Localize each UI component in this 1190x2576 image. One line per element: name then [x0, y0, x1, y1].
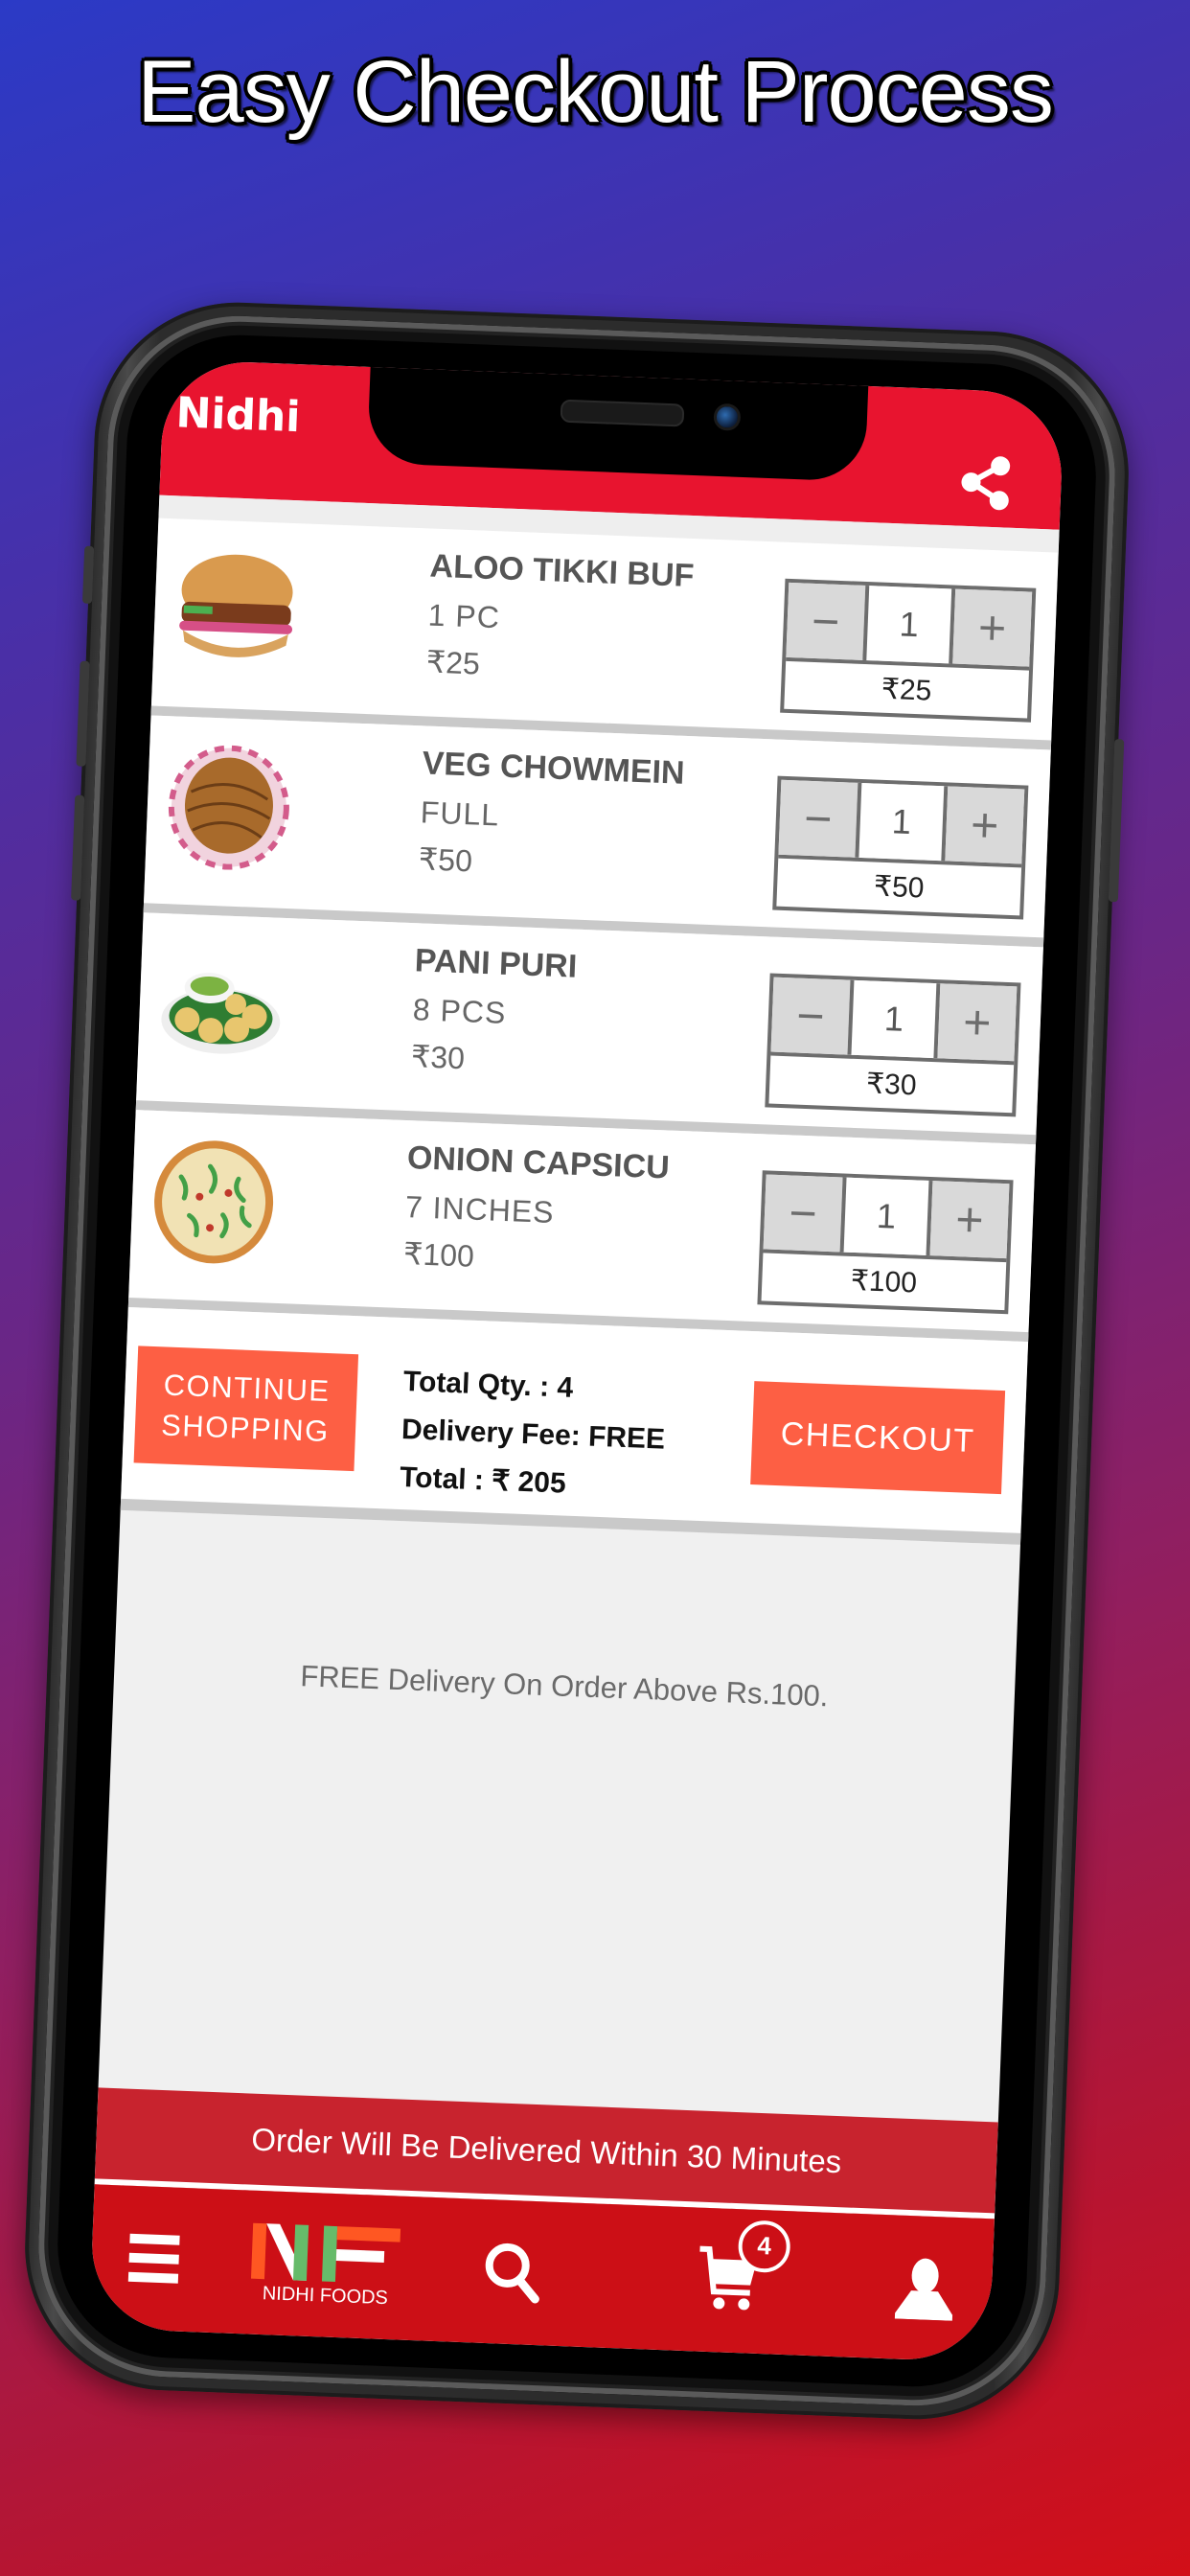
- item-variant: 8 PCS: [412, 992, 508, 1030]
- continue-shopping-button[interactable]: CONTINUE SHOPPING: [133, 1346, 359, 1472]
- item-name: VEG CHOWMEIN: [422, 745, 686, 792]
- item-variant: 7 INCHES: [404, 1189, 556, 1230]
- pizza-image: [154, 1140, 274, 1264]
- share-icon[interactable]: [954, 451, 1018, 515]
- item-variant: 1 PC: [427, 597, 501, 635]
- item-price: ₹30: [410, 1039, 466, 1076]
- cart-item: VEG CHOWMEIN FULL ₹50 − 1 + ₹50: [143, 715, 1051, 948]
- free-delivery-note: FREE Delivery On Order Above Rs.100.: [299, 1659, 830, 1714]
- item-price: ₹50: [418, 841, 473, 879]
- cart-count-badge: 4: [737, 2219, 791, 2273]
- increase-qty-button[interactable]: +: [937, 983, 1018, 1062]
- app-screen: Nidhi ALOO TIKKI BUF 1 PC ₹25 − 1 + ₹25 …: [88, 358, 1065, 2363]
- decrease-qty-button[interactable]: −: [763, 1174, 843, 1253]
- decrease-qty-button[interactable]: −: [778, 779, 858, 858]
- user-icon: [894, 2258, 953, 2321]
- item-subtotal: ₹50: [873, 870, 926, 905]
- phone-mockup: Nidhi ALOO TIKKI BUF 1 PC ₹25 − 1 + ₹25 …: [19, 297, 1134, 2425]
- cart-item: ALOO TIKKI BUF 1 PC ₹25 − 1 + ₹25: [150, 518, 1059, 750]
- quantity-stepper: − 1 + ₹25: [780, 578, 1037, 723]
- qty-value: 1: [847, 979, 941, 1059]
- app-title: Nidhi: [174, 388, 302, 443]
- front-camera: [713, 402, 742, 431]
- menu-icon: [127, 2233, 180, 2284]
- item-variant: FULL: [420, 794, 500, 833]
- order-total: Total : ₹ 205: [399, 1461, 567, 1500]
- continue-label-line1: CONTINUE: [163, 1368, 332, 1409]
- item-price: ₹100: [402, 1235, 475, 1274]
- checkout-button[interactable]: CHECKOUT: [750, 1381, 1006, 1495]
- brand-logo[interactable]: NIDHI FOODS: [243, 2219, 409, 2311]
- order-summary: CONTINUE SHOPPING Total Qty. : 4 Deliver…: [120, 1306, 1029, 1545]
- cart-button[interactable]: 4: [684, 2219, 791, 2325]
- pani-puri-image: [161, 972, 281, 1054]
- search-icon: [485, 2242, 539, 2304]
- quantity-stepper: − 1 + ₹30: [765, 973, 1021, 1117]
- cart-item: PANI PURI 8 PCS ₹30 − 1 + ₹30: [135, 912, 1043, 1145]
- promo-headline: Easy Checkout Process: [137, 43, 1054, 141]
- cart-item: ONION CAPSICU 7 INCHES ₹100 − 1 + ₹100: [127, 1110, 1037, 1343]
- burger-image: [179, 554, 293, 657]
- item-subtotal: ₹30: [865, 1067, 918, 1101]
- noodles-image: [168, 745, 289, 870]
- qty-value: 1: [862, 585, 956, 664]
- menu-button[interactable]: [119, 2214, 189, 2303]
- item-subtotal: ₹100: [850, 1264, 918, 1300]
- item-price: ₹25: [425, 644, 481, 681]
- qty-value: 1: [855, 782, 949, 862]
- search-button[interactable]: [473, 2228, 553, 2317]
- decrease-qty-button[interactable]: −: [770, 977, 851, 1055]
- speaker-grill: [560, 399, 685, 427]
- quantity-stepper: − 1 + ₹100: [757, 1170, 1014, 1315]
- totals-block: Total Qty. : 4 Delivery Fee: FREE Total …: [399, 1358, 668, 1511]
- item-name: ONION CAPSICU: [406, 1139, 671, 1186]
- brand-name: NIDHI FOODS: [262, 2282, 389, 2309]
- cart-list: ALOO TIKKI BUF 1 PC ₹25 − 1 + ₹25 VEG CH…: [120, 518, 1059, 1545]
- increase-qty-button[interactable]: +: [952, 588, 1033, 667]
- increase-qty-button[interactable]: +: [929, 1181, 1010, 1259]
- profile-button[interactable]: [884, 2243, 964, 2333]
- quantity-stepper: − 1 + ₹50: [772, 775, 1029, 920]
- item-name: PANI PURI: [414, 942, 578, 985]
- item-subtotal: ₹25: [881, 673, 932, 707]
- continue-label-line2: SHOPPING: [160, 1408, 331, 1449]
- decrease-qty-button[interactable]: −: [786, 582, 866, 660]
- item-name: ALOO TIKKI BUF: [429, 547, 696, 595]
- nf-logo-icon: [251, 2222, 401, 2282]
- increase-qty-button[interactable]: +: [945, 786, 1025, 864]
- qty-value: 1: [839, 1177, 933, 1256]
